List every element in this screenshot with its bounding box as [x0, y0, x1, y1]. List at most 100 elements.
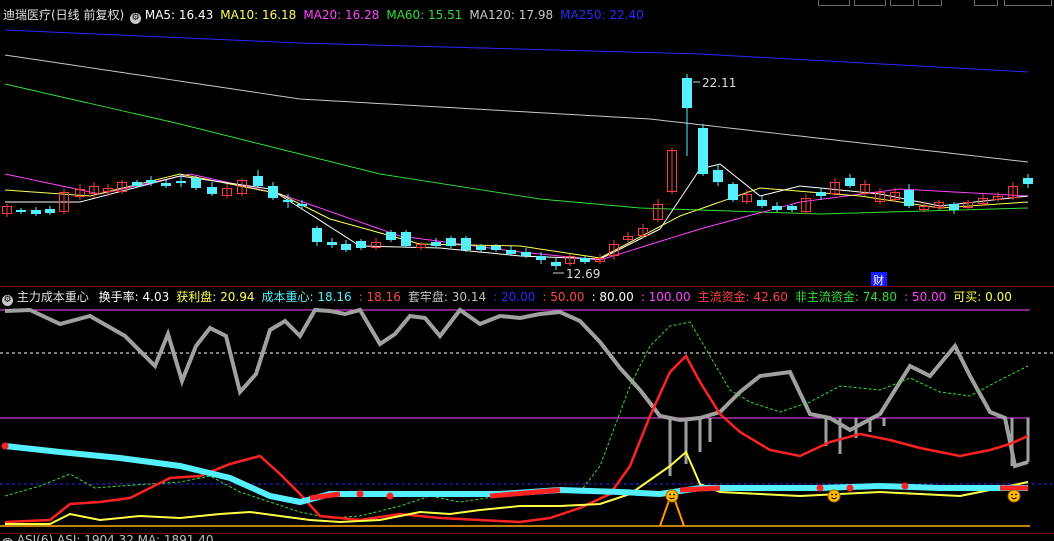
low-price-label: 12.69	[566, 267, 600, 281]
cost-red-dot	[356, 490, 364, 498]
candle-body	[536, 256, 546, 260]
indicator-label-10: 非主流资金: 74.80	[794, 290, 898, 304]
indicator-legend: 换手率: 4.03 获利盘: 20.94 成本重心: 18.16 : 18.16 套牢盘…	[99, 290, 1019, 304]
indicator-label-1: 获利盘: 20.94	[176, 290, 255, 304]
cost-red-dot	[1, 442, 9, 450]
indicator-label-0: 换手率: 4.03	[98, 290, 170, 304]
settings-gear-icon[interactable]: ⚙	[130, 13, 142, 24]
smiley-eye	[835, 493, 837, 496]
candle-body	[176, 181, 186, 183]
cost-red-segment	[679, 485, 721, 493]
candlestick-chart[interactable]: 22.11 12.69 财	[0, 24, 1054, 286]
candle-body	[772, 206, 782, 210]
cost-red-dot	[816, 484, 824, 492]
indicator-settings-icon[interactable]: ⚙	[2, 295, 13, 306]
ma60-line	[4, 83, 1029, 215]
panel-divider	[0, 286, 1054, 287]
candle-body	[816, 192, 826, 196]
asi-panel-header: ⚙ ASI(6) ASI: 1904.32 MA: 1891.40	[0, 533, 1054, 541]
smiley-eye	[669, 493, 671, 496]
candle-body	[682, 78, 692, 108]
stock-title[interactable]: 迪瑞医疗(日线 前复权)	[3, 8, 124, 22]
candle-body	[191, 178, 201, 188]
smiley-eye	[1015, 493, 1017, 496]
main-panel-header: 迪瑞医疗(日线 前复权) ⚙ MA5: 16.43 MA10: 16.18 MA20…	[0, 6, 1054, 24]
candle-body	[253, 176, 263, 186]
candle-body	[268, 186, 278, 198]
ma-label-3: MA60: 15.51	[386, 8, 463, 22]
candle-body	[31, 210, 41, 214]
cost-red-dot	[386, 492, 394, 500]
candle-body	[728, 184, 738, 200]
indicator-label-8: : 100.00	[640, 290, 691, 304]
candle-body	[446, 238, 456, 246]
candle-body	[386, 232, 396, 240]
indicator-label-11: : 50.00	[904, 290, 947, 304]
fin-badge: 财	[873, 273, 884, 286]
indicator-label-3: : 18.16	[358, 290, 401, 304]
indicator-label-6: : 50.00	[542, 290, 585, 304]
candle-body	[401, 232, 411, 246]
indicator-label-4: 套牢盘: 30.14	[407, 290, 487, 304]
ma-label-2: MA20: 16.28	[303, 8, 380, 22]
candle-body	[297, 204, 307, 206]
candle-body	[283, 200, 293, 202]
indicator-title[interactable]: 主力成本重心	[17, 290, 89, 304]
smiley-face-icon	[1007, 489, 1021, 503]
high-price-label: 22.11	[702, 76, 736, 90]
smiley-face-icon	[827, 489, 841, 503]
indicator-label-9: 主流资金: 42.60	[697, 290, 788, 304]
candle-body	[146, 180, 156, 183]
smiley-face-icon	[665, 489, 679, 503]
candle-body	[327, 242, 337, 245]
indicator-label-2: 成本重心: 18.16	[261, 290, 352, 304]
ma-label-0: MA5: 16.43	[144, 8, 214, 22]
smiley-eye	[1011, 493, 1013, 496]
candle-body	[341, 244, 351, 250]
candle-body	[845, 178, 855, 186]
candle-body	[491, 246, 501, 250]
candle-body	[16, 210, 26, 212]
candle-body	[521, 252, 531, 256]
cost-red-segment	[309, 491, 341, 501]
main-fund-line	[4, 353, 1029, 524]
candle-body	[161, 183, 171, 186]
cost-red-dot	[846, 484, 854, 492]
candle-body	[551, 262, 561, 266]
cost-red-segment	[489, 487, 561, 499]
ma-label-1: MA10: 16.18	[220, 8, 297, 22]
indicator-label-12: 可买: 0.00	[953, 290, 1012, 304]
ma250-line	[4, 29, 1029, 73]
indicator-chart[interactable]	[0, 306, 1054, 534]
candle-body	[580, 258, 590, 262]
candle-body	[1023, 178, 1033, 184]
smiley-eye	[831, 493, 833, 496]
ma5-line	[5, 163, 1029, 260]
ma10-line	[4, 173, 1029, 259]
candle-body	[476, 246, 486, 250]
candle-body	[431, 242, 441, 246]
ma-legend: MA5: 16.43 MA10: 16.18 MA20: 16.28 MA60: 15…	[145, 8, 651, 22]
indicator-label-7: : 80.00	[591, 290, 634, 304]
ma-label-5: MA250: 22.40	[560, 8, 644, 22]
candle-body	[757, 200, 767, 206]
indicator-label-5: : 20.00	[493, 290, 536, 304]
candle-body	[312, 228, 322, 242]
candle-body	[207, 187, 217, 194]
candle-body	[713, 170, 723, 182]
ma-label-4: MA120: 17.98	[469, 8, 554, 22]
ma120-line	[4, 54, 1029, 163]
indicator-panel-header: ⚙ 主力成本重心 换手率: 4.03 获利盘: 20.94 成本重心: 18.16:…	[0, 288, 1054, 306]
smiley-eye	[673, 493, 675, 496]
candle-body	[698, 128, 708, 174]
trapped-line	[4, 307, 1029, 469]
cost-red-dot	[901, 482, 909, 490]
candle-body	[356, 241, 366, 248]
candle-body	[506, 250, 516, 254]
ma20-line	[4, 173, 1029, 261]
candle-body	[949, 204, 959, 210]
candle-body	[132, 182, 142, 186]
asi-label: ASI(6) ASI: 1904.32 MA: 1891.40	[16, 533, 214, 541]
candle-body	[45, 209, 55, 213]
candle-body	[461, 238, 471, 250]
